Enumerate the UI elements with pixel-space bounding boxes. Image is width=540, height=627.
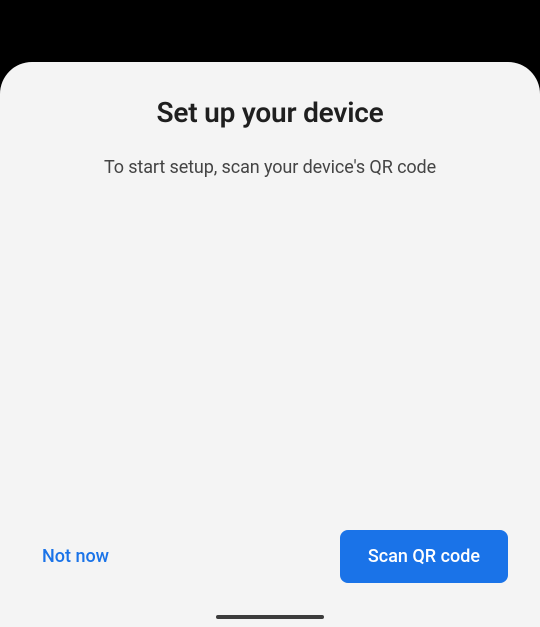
gesture-bar[interactable] — [216, 615, 324, 619]
content-spacer — [24, 178, 516, 530]
page-title: Set up your device — [24, 96, 516, 129]
scan-qr-code-button[interactable]: Scan QR code — [340, 530, 508, 583]
not-now-button[interactable]: Not now — [38, 538, 113, 575]
setup-bottom-sheet: Set up your device To start setup, scan … — [0, 62, 540, 627]
button-row: Not now Scan QR code — [24, 530, 516, 583]
page-subtitle: To start setup, scan your device's QR co… — [24, 157, 516, 178]
